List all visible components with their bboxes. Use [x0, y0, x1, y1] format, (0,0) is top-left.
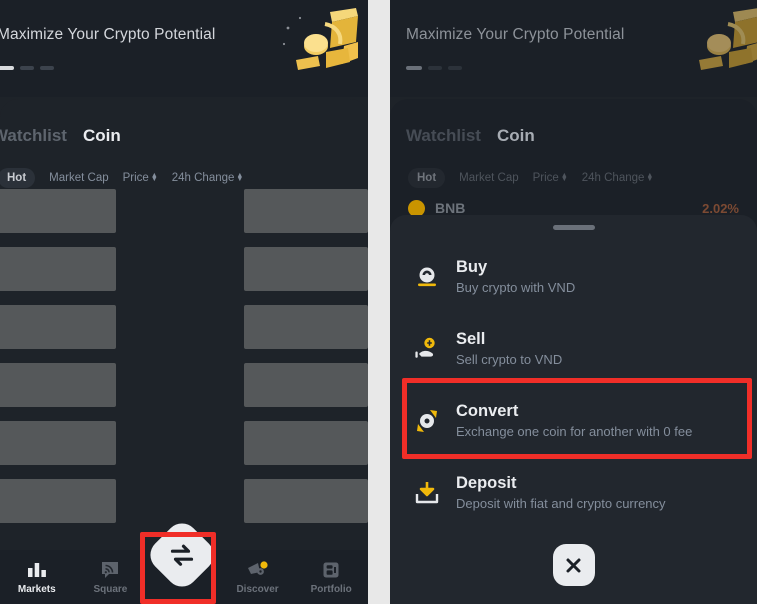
gold-coins-illustration: [270, 2, 362, 94]
screenshot-stage: Maximize Your Crypto Potential atchlist …: [0, 0, 757, 604]
carousel-dots[interactable]: [406, 66, 462, 70]
action-row-convert[interactable]: Convert Exchange one coin for another wi…: [390, 385, 757, 457]
filter-price[interactable]: Price ▲ ▼: [123, 172, 158, 184]
carousel-dot-1[interactable]: [0, 66, 14, 70]
sort-arrows-icon: ▲ ▼: [646, 172, 654, 183]
action-row-deposit-text: Deposit Deposit with fiat and crypto cur…: [456, 473, 666, 513]
tab-discover-label: Discover: [236, 583, 279, 595]
convert-icon: [408, 402, 446, 440]
action-row-sell-title: Sell: [456, 330, 486, 349]
coin-symbol: BNB: [435, 200, 466, 216]
discover-icon: [247, 560, 268, 575]
redacted-block: [244, 363, 368, 407]
redacted-block: [244, 421, 368, 465]
bar-chart-icon: [27, 562, 46, 577]
tab-watchlist[interactable]: Watchlist: [0, 126, 67, 146]
tab-markets-label: Markets: [17, 583, 56, 595]
redacted-block: [0, 479, 116, 523]
buy-coin-icon: [408, 258, 446, 296]
filter-price-label: Price: [122, 172, 149, 184]
tab-discover[interactable]: Discover: [221, 560, 295, 595]
tab-watchlist[interactable]: Watchlist: [406, 126, 481, 146]
market-filters[interactable]: Hot Market Cap Price ▲ ▼ 24h Change ▲ ▼: [0, 168, 243, 188]
redacted-block: [244, 247, 368, 291]
carousel-dot-3[interactable]: [40, 66, 54, 70]
redacted-block: [244, 189, 368, 233]
carousel-dot-3[interactable]: [448, 66, 462, 70]
redacted-column-right: [244, 189, 368, 523]
phone-screen-left: Maximize Your Crypto Potential atchlist …: [0, 0, 368, 604]
promo-banner-left[interactable]: Maximize Your Crypto Potential: [0, 0, 368, 97]
action-row-deposit[interactable]: Deposit Deposit with fiat and crypto cur…: [390, 457, 757, 529]
action-row-deposit-subtitle: Deposit with fiat and crypto currency: [456, 496, 666, 512]
action-row-convert-text: Convert Exchange one coin for another wi…: [456, 401, 692, 441]
tab-portfolio-label: Portfolio: [310, 583, 352, 595]
action-row-convert-title: Convert: [456, 402, 519, 421]
carousel-dot-2[interactable]: [20, 66, 34, 70]
bnb-coin-icon: [408, 199, 425, 217]
promo-banner-title: Maximize Your Crypto Potential: [0, 26, 216, 43]
tab-markets[interactable]: Markets: [0, 560, 74, 595]
sell-hand-coin-icon: [408, 330, 446, 368]
drag-handle[interactable]: [552, 225, 595, 230]
sort-arrows-icon: ▲ ▼: [560, 172, 568, 183]
redacted-block: [0, 247, 116, 291]
market-filters[interactable]: Hot Market Cap Price ▲ ▼ 24h Change ▲ ▼: [408, 168, 653, 188]
close-sheet-button[interactable]: [552, 544, 595, 586]
filter-market-cap[interactable]: Market Cap: [49, 172, 108, 184]
market-tabs[interactable]: Watchlist Coin: [406, 126, 535, 146]
action-row-buy-text: Buy Buy crypto with VND: [456, 257, 575, 297]
redacted-block: [0, 189, 116, 233]
filter-24h-change-label: 24h Change: [581, 172, 645, 184]
tab-square[interactable]: Square: [74, 560, 148, 595]
action-row-sell[interactable]: Sell Sell crypto to VND: [390, 313, 757, 385]
action-row-buy[interactable]: Buy Buy crypto with VND: [390, 241, 757, 313]
redacted-block: [0, 305, 116, 349]
carousel-dot-2[interactable]: [428, 66, 442, 70]
action-row-sell-subtitle: Sell crypto to VND: [456, 352, 563, 368]
deposit-arrow-icon: [408, 474, 446, 512]
swap-arrows-icon: [170, 543, 194, 566]
tab-square-label: Square: [93, 583, 128, 595]
redacted-block: [0, 421, 116, 465]
tab-coin[interactable]: Coin: [497, 126, 535, 146]
square-feed-icon: [102, 561, 119, 578]
action-row-buy-title: Buy: [456, 258, 488, 277]
filter-24h-change-label: 24h Change: [171, 172, 235, 184]
filter-24h-change[interactable]: 24h Change ▲ ▼: [172, 172, 244, 184]
action-row-buy-subtitle: Buy crypto with VND: [456, 280, 576, 296]
filter-market-cap[interactable]: Market Cap: [459, 172, 518, 184]
redacted-content-area: [0, 189, 368, 549]
gold-coins-illustration: [673, 2, 757, 94]
redacted-block: [244, 479, 368, 523]
coin-change: 2.02%: [702, 200, 739, 216]
portfolio-icon: [323, 562, 339, 577]
promo-banner-title: Maximize Your Crypto Potential: [406, 26, 625, 43]
close-icon: [566, 558, 581, 572]
market-tabs[interactable]: Watchlist Coin: [0, 126, 121, 146]
filter-hot[interactable]: Hot: [408, 168, 446, 188]
redacted-block: [0, 363, 116, 407]
carousel-dot-1[interactable]: [406, 66, 422, 70]
tab-coin[interactable]: Coin: [83, 126, 121, 146]
sort-arrows-icon: ▲ ▼: [150, 172, 158, 183]
filter-hot[interactable]: Hot: [0, 168, 36, 188]
trade-action-sheet: Buy Buy crypto with VND Sell Sell crypto…: [390, 215, 757, 604]
action-row-deposit-title: Deposit: [456, 474, 517, 493]
redacted-block: [244, 305, 368, 349]
filter-24h-change[interactable]: 24h Change ▲ ▼: [582, 172, 654, 184]
redacted-column-left: [0, 189, 116, 523]
action-sheet-list: Buy Buy crypto with VND Sell Sell crypto…: [390, 241, 757, 529]
promo-banner-right[interactable]: Maximize Your Crypto Potential: [390, 0, 757, 97]
action-row-convert-subtitle: Exchange one coin for another with 0 fee: [456, 424, 693, 440]
filter-price[interactable]: Price ▲ ▼: [533, 172, 568, 184]
carousel-dots[interactable]: [0, 66, 54, 70]
sort-arrows-icon: ▲ ▼: [236, 172, 244, 183]
action-row-sell-text: Sell Sell crypto to VND: [456, 329, 562, 369]
filter-price-label: Price: [532, 172, 559, 184]
phone-screen-right: Maximize Your Crypto Potential Watchlist…: [390, 0, 757, 604]
tab-portfolio[interactable]: Portfolio: [294, 560, 368, 595]
filter-market-cap-label: Market Cap: [459, 172, 519, 184]
filter-market-cap-label: Market Cap: [49, 172, 109, 184]
